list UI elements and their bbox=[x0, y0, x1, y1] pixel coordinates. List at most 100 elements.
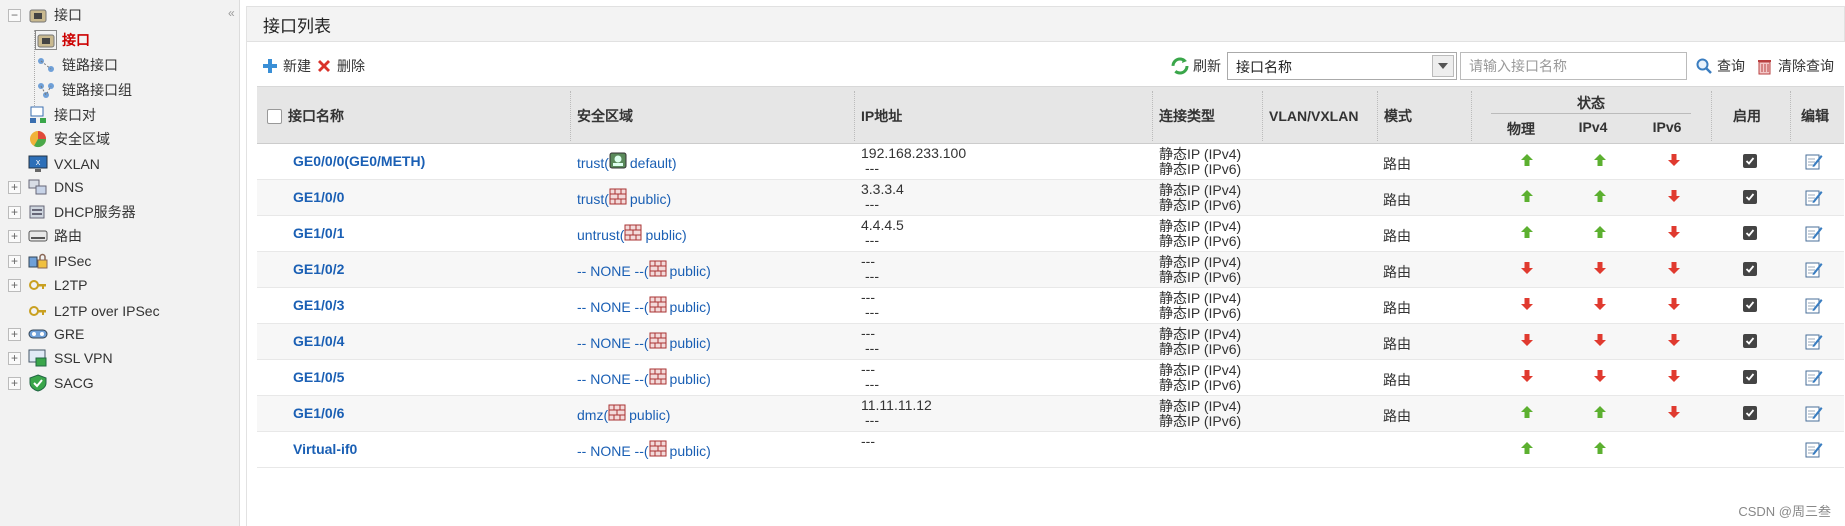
sidebar-item[interactable]: 路由 bbox=[28, 224, 82, 248]
security-zone-link[interactable]: -- NONE --(public) bbox=[577, 296, 711, 315]
edit-icon[interactable] bbox=[1805, 296, 1823, 317]
ipv6-address: --- bbox=[865, 304, 879, 320]
svg-text:X: X bbox=[36, 159, 41, 167]
refresh-button[interactable]: 刷新 bbox=[1171, 56, 1221, 76]
sidebar-item[interactable]: 安全区域 bbox=[28, 127, 110, 151]
select-all-checkbox[interactable] bbox=[267, 108, 282, 124]
header-vlan[interactable]: VLAN/VXLAN bbox=[1263, 87, 1358, 145]
collapse-icon[interactable]: − bbox=[8, 9, 21, 22]
enable-checkbox[interactable] bbox=[1743, 405, 1757, 421]
interface-name-link[interactable]: Virtual-if0 bbox=[293, 441, 357, 457]
interface-name-link[interactable]: GE1/0/3 bbox=[293, 297, 344, 313]
clear-query-button[interactable]: 清除查询 bbox=[1756, 56, 1834, 76]
interface-name-link[interactable]: GE0/0/0(GE0/METH) bbox=[293, 153, 425, 169]
expand-icon[interactable]: + bbox=[8, 352, 21, 365]
zone-name: dmz( bbox=[577, 407, 609, 423]
header-zone[interactable]: 安全区域 bbox=[571, 87, 633, 145]
sidebar-item[interactable]: 链路接口 bbox=[36, 53, 118, 77]
enable-checkbox[interactable] bbox=[1743, 333, 1757, 349]
sidebar-item-label: VXLAN bbox=[54, 156, 100, 172]
edit-icon[interactable] bbox=[1805, 368, 1823, 389]
security-zone-link[interactable]: -- NONE --(public) bbox=[577, 440, 711, 459]
edit-icon[interactable] bbox=[1805, 332, 1823, 353]
sidebar-item[interactable]: SSL VPN bbox=[28, 346, 113, 370]
header-ip[interactable]: IP地址 bbox=[855, 87, 902, 145]
security-zone-link[interactable]: dmz(public) bbox=[577, 404, 670, 423]
chevron-down-icon[interactable] bbox=[1432, 55, 1454, 77]
enable-checkbox[interactable] bbox=[1743, 225, 1757, 241]
interface-name-link[interactable]: GE1/0/0 bbox=[293, 189, 344, 205]
edit-icon[interactable] bbox=[1805, 260, 1823, 281]
table-row[interactable]: GE1/0/3 -- NONE --(public) --- --- 静态IP (IPv… bbox=[257, 288, 1844, 324]
edit-icon[interactable] bbox=[1805, 188, 1823, 209]
edit-icon[interactable] bbox=[1805, 224, 1823, 245]
edit-icon[interactable] bbox=[1805, 152, 1823, 173]
sidebar-item[interactable]: 接口 bbox=[35, 28, 90, 52]
table-row[interactable]: GE1/0/4 -- NONE --(public) --- --- 静态IP (IPv… bbox=[257, 324, 1844, 360]
ipv4-status-up-icon bbox=[1593, 441, 1607, 458]
table-row[interactable]: GE1/0/2 -- NONE --(public) --- --- 静态IP (IPv… bbox=[257, 252, 1844, 288]
interface-pair-icon bbox=[28, 106, 48, 124]
table-row[interactable]: GE1/0/1 untrust(public) 4.4.4.5 --- 静态IP (IP… bbox=[257, 216, 1844, 252]
enable-checkbox[interactable] bbox=[1743, 261, 1757, 277]
zone-name: -- NONE --( bbox=[577, 335, 649, 351]
query-button[interactable]: 查询 bbox=[1695, 56, 1745, 76]
security-zone-link[interactable]: -- NONE --(public) bbox=[577, 260, 711, 279]
table-row[interactable]: Virtual-if0 -- NONE --(public) --- bbox=[257, 432, 1844, 468]
column-divider bbox=[1711, 91, 1712, 141]
security-zone-link[interactable]: -- NONE --(public) bbox=[577, 368, 711, 387]
filter-field-select[interactable]: 接口名称 bbox=[1227, 52, 1457, 80]
header-mode[interactable]: 模式 bbox=[1378, 87, 1412, 145]
interface-name-link[interactable]: GE1/0/5 bbox=[293, 369, 344, 385]
security-zone-link[interactable]: untrust(public) bbox=[577, 224, 687, 243]
expand-icon[interactable]: + bbox=[8, 279, 21, 292]
table-row[interactable]: GE1/0/6 dmz(public) 11.11.11.12 --- 静态IP (IP… bbox=[257, 396, 1844, 432]
collapse-sidebar-icon[interactable]: « bbox=[228, 6, 235, 20]
conn-type-ipv6: 静态IP (IPv6) bbox=[1159, 161, 1242, 177]
edit-icon[interactable] bbox=[1805, 440, 1823, 461]
interface-name-link[interactable]: GE1/0/4 bbox=[293, 333, 344, 349]
expand-icon[interactable]: + bbox=[8, 206, 21, 219]
sidebar-item[interactable]: 接口 bbox=[28, 3, 82, 27]
sidebar-item[interactable]: SACG bbox=[28, 371, 94, 395]
security-zone-link[interactable]: trust(default) bbox=[577, 152, 677, 171]
sidebar-item[interactable]: L2TP bbox=[28, 273, 87, 297]
new-button[interactable]: 新建 bbox=[261, 56, 311, 76]
sidebar-item[interactable]: L2TP over IPSec bbox=[28, 299, 160, 323]
sidebar-item[interactable]: IPSec bbox=[28, 249, 91, 273]
ipv4-address: --- bbox=[861, 289, 875, 305]
security-zone-link[interactable]: -- NONE --(public) bbox=[577, 332, 711, 351]
sidebar-item[interactable]: DNS bbox=[28, 175, 84, 199]
delete-button[interactable]: 删除 bbox=[315, 56, 365, 76]
search-input[interactable] bbox=[1460, 52, 1687, 80]
expand-icon[interactable]: + bbox=[8, 255, 21, 268]
expand-icon[interactable]: + bbox=[8, 230, 21, 243]
enable-checkbox[interactable] bbox=[1743, 153, 1757, 169]
security-zone-link[interactable]: trust(public) bbox=[577, 188, 671, 207]
expand-icon[interactable]: + bbox=[8, 181, 21, 194]
ipv4-status-up-icon bbox=[1593, 189, 1607, 206]
sidebar-item[interactable]: DHCP服务器 bbox=[28, 200, 136, 224]
sidebar-item[interactable]: 链路接口组 bbox=[36, 78, 132, 102]
table-row[interactable]: GE0/0/0(GE0/METH) trust(default) 192.168.2… bbox=[257, 144, 1844, 180]
edit-icon[interactable] bbox=[1805, 404, 1823, 425]
sidebar-item-label: DHCP服务器 bbox=[54, 204, 136, 220]
table-row[interactable]: GE1/0/0 trust(public) 3.3.3.4 --- 静态IP (IPv4… bbox=[257, 180, 1844, 216]
interface-name-link[interactable]: GE1/0/2 bbox=[293, 261, 344, 277]
zone-name: untrust( bbox=[577, 227, 625, 243]
zone-name: -- NONE --( bbox=[577, 371, 649, 387]
enable-checkbox[interactable] bbox=[1743, 297, 1757, 313]
expand-icon[interactable]: + bbox=[8, 328, 21, 341]
enable-checkbox[interactable] bbox=[1743, 369, 1757, 385]
sidebar-item[interactable]: X VXLAN bbox=[28, 152, 100, 176]
vsys-public-icon bbox=[649, 296, 667, 313]
interface-name-link[interactable]: GE1/0/6 bbox=[293, 405, 344, 421]
header-conn-type[interactable]: 连接类型 bbox=[1153, 87, 1215, 145]
header-name[interactable]: 接口名称 bbox=[288, 106, 344, 126]
enable-checkbox[interactable] bbox=[1743, 189, 1757, 205]
expand-icon[interactable]: + bbox=[8, 377, 21, 390]
sidebar-item[interactable]: 接口对 bbox=[28, 103, 96, 127]
interface-name-link[interactable]: GE1/0/1 bbox=[293, 225, 344, 241]
sidebar-item[interactable]: GRE bbox=[28, 322, 84, 346]
table-row[interactable]: GE1/0/5 -- NONE --(public) --- --- 静态IP (IPv… bbox=[257, 360, 1844, 396]
